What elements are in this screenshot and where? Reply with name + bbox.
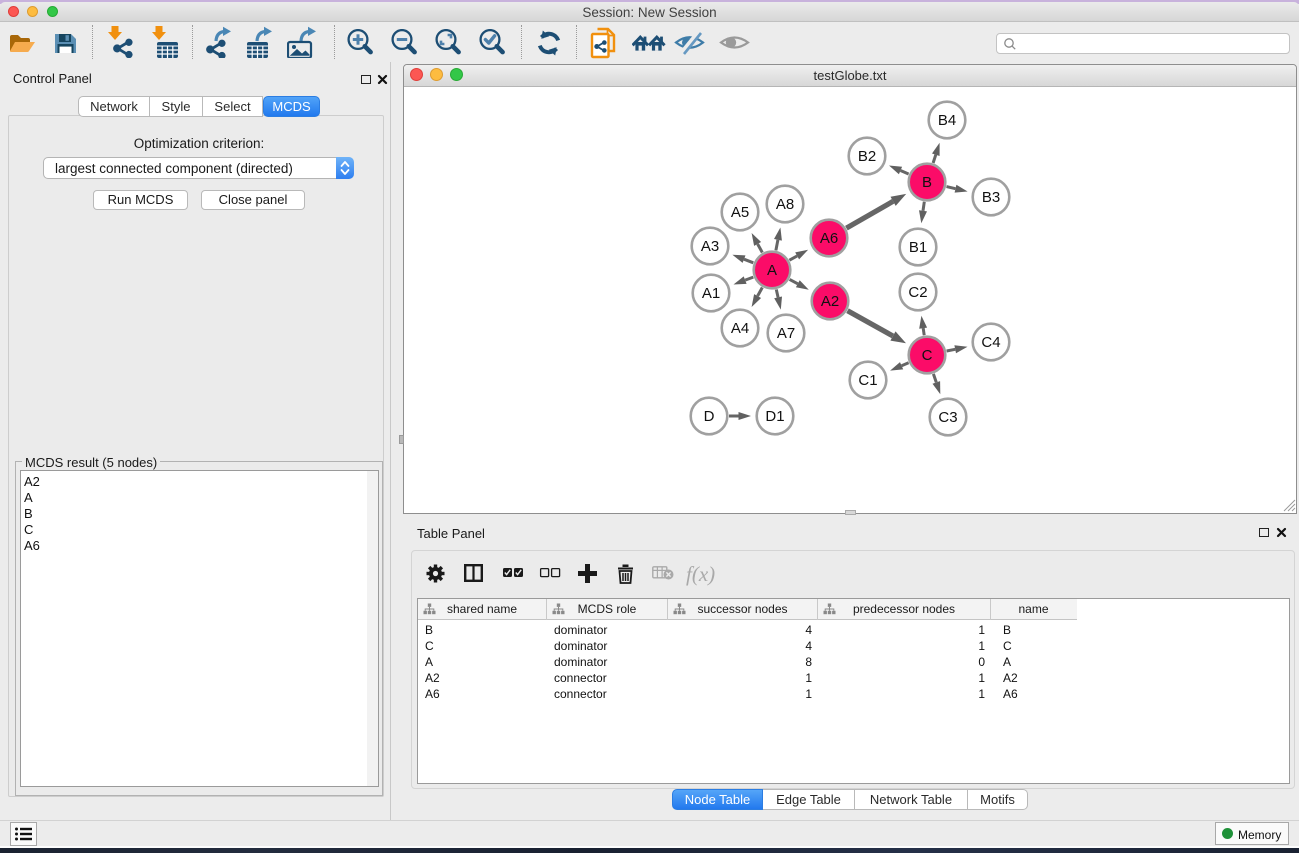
svg-text:C4: C4	[981, 334, 1000, 351]
svg-text:B2: B2	[858, 148, 876, 165]
svg-text:C3: C3	[938, 409, 957, 426]
svg-text:A4: A4	[731, 320, 749, 337]
svg-text:B: B	[922, 174, 932, 191]
svg-text:C: C	[922, 347, 933, 364]
svg-text:D: D	[704, 408, 715, 425]
svg-text:C2: C2	[908, 284, 927, 301]
svg-text:A1: A1	[702, 285, 720, 302]
svg-text:D1: D1	[765, 408, 784, 425]
svg-text:A8: A8	[776, 196, 794, 213]
svg-text:A7: A7	[777, 325, 795, 342]
svg-text:A3: A3	[701, 238, 719, 255]
svg-text:A2: A2	[821, 293, 839, 310]
svg-text:B3: B3	[982, 189, 1000, 206]
svg-text:B1: B1	[909, 239, 927, 256]
svg-text:A5: A5	[731, 204, 749, 221]
svg-text:A: A	[767, 262, 777, 279]
svg-text:C1: C1	[858, 372, 877, 389]
svg-text:B4: B4	[938, 112, 956, 129]
svg-text:A6: A6	[820, 230, 838, 247]
